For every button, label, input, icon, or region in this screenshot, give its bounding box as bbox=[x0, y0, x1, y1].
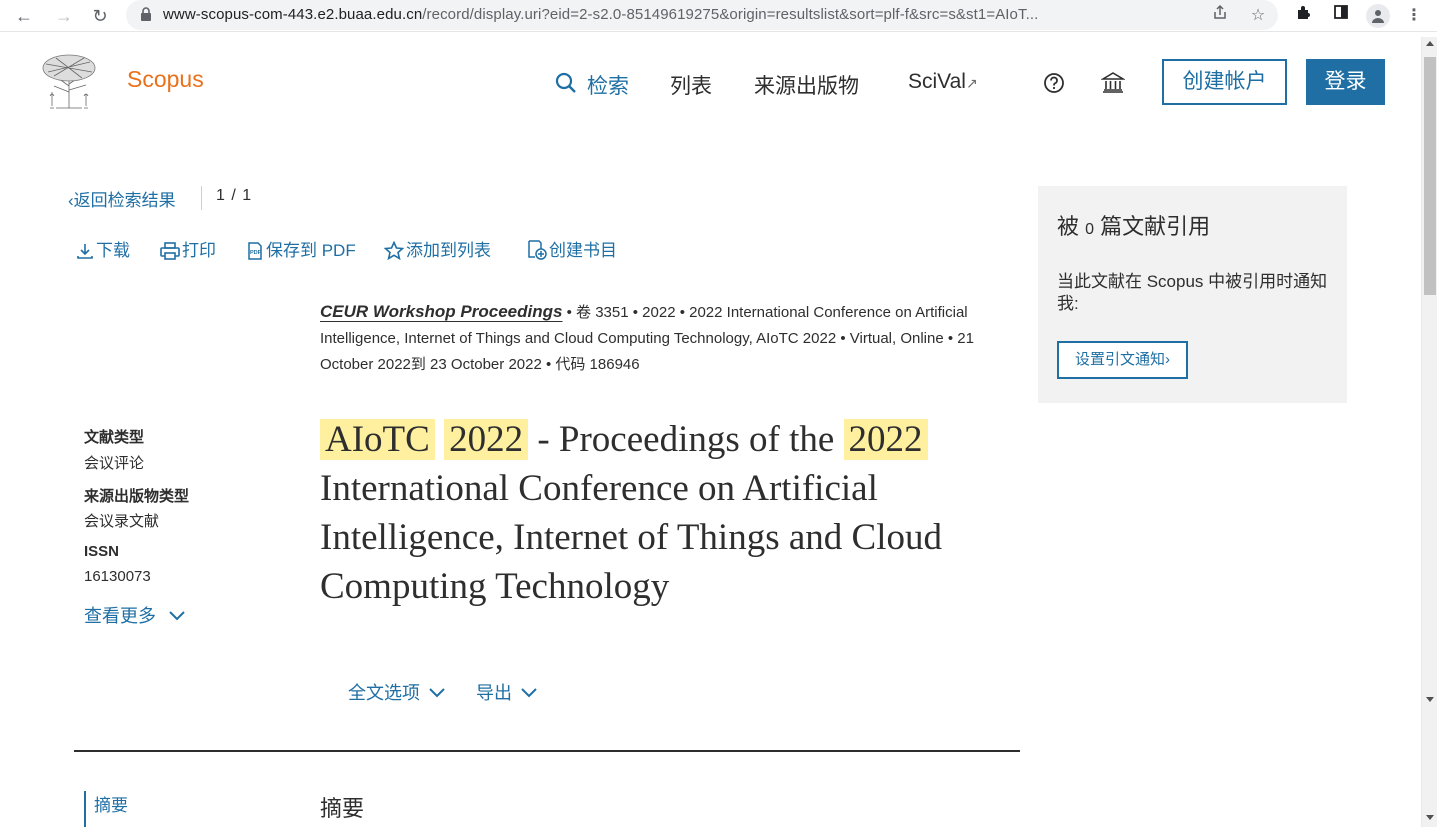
print-label: 打印 bbox=[182, 241, 216, 260]
nav-scival-label: SciVal bbox=[908, 70, 966, 93]
title-highlight: 2022 bbox=[444, 419, 529, 460]
see-more-label: 查看更多 bbox=[84, 606, 156, 626]
nav-search[interactable]: 检索 bbox=[587, 70, 629, 100]
create-bibliography-button[interactable]: 创建书目 bbox=[527, 236, 617, 261]
scroll-up-arrow-icon[interactable] bbox=[1426, 41, 1434, 46]
journal-link[interactable]: CEUR Workshop Proceedings bbox=[320, 302, 562, 321]
title-text: International Conference on Artificial I… bbox=[320, 468, 942, 607]
cited-by-count: 0 bbox=[1085, 221, 1095, 238]
url-text[interactable]: www-scopus-com-443.e2.buaa.edu.cn/record… bbox=[163, 6, 1038, 23]
abstract-heading: 摘要 bbox=[320, 796, 365, 821]
create-account-button[interactable]: 创建帐户 bbox=[1162, 59, 1287, 105]
citation-alert-description: 当此文献在 Scopus 中被引用时通知我: bbox=[1057, 272, 1328, 313]
bookmark-star-icon[interactable]: ☆ bbox=[1246, 4, 1270, 28]
create-bibliography-label: 创建书目 bbox=[549, 241, 617, 260]
menu-kebab-icon[interactable]: ⋮ bbox=[1402, 4, 1426, 28]
print-button[interactable]: 打印 bbox=[160, 236, 216, 261]
side-nav-abstract[interactable]: 摘要 bbox=[84, 791, 128, 827]
elsevier-tree-logo-icon[interactable] bbox=[36, 52, 102, 110]
section-divider bbox=[74, 750, 1020, 752]
sidepanel-icon[interactable] bbox=[1329, 4, 1353, 28]
doc-type-value: 会议评论 bbox=[84, 455, 145, 472]
institution-icon[interactable] bbox=[1101, 71, 1125, 95]
star-icon bbox=[383, 240, 405, 261]
share-icon[interactable] bbox=[1208, 4, 1232, 28]
cited-by-prefix: 被 bbox=[1057, 214, 1080, 239]
nav-scival[interactable]: SciVal↗ bbox=[908, 70, 978, 94]
svg-text:PDF: PDF bbox=[250, 250, 262, 256]
divider bbox=[201, 186, 202, 210]
result-pager: 1 / 1 bbox=[216, 187, 253, 204]
export-dropdown[interactable]: 导出 bbox=[476, 679, 537, 705]
title-highlight: AIoTC bbox=[320, 419, 435, 460]
chevron-down-icon bbox=[429, 688, 445, 698]
add-to-list-label: 添加到列表 bbox=[406, 241, 491, 260]
doc-type-label: 文献类型 bbox=[84, 429, 145, 446]
back-to-results-link[interactable]: ‹返回检索结果 bbox=[68, 186, 176, 211]
source-type-label: 来源出版物类型 bbox=[84, 488, 190, 505]
fulltext-options-label: 全文选项 bbox=[348, 683, 420, 703]
nav-lists[interactable]: 列表 bbox=[670, 70, 712, 100]
download-button[interactable]: 下载 bbox=[76, 236, 130, 261]
scroll-down-arrow-icon[interactable] bbox=[1426, 697, 1434, 702]
download-icon bbox=[77, 244, 93, 259]
pdf-icon: PDF bbox=[248, 242, 262, 260]
fulltext-options-dropdown[interactable]: 全文选项 bbox=[348, 679, 445, 705]
extensions-icon[interactable] bbox=[1292, 4, 1316, 28]
help-icon[interactable] bbox=[1043, 72, 1065, 94]
save-pdf-label: 保存到 PDF bbox=[266, 241, 356, 260]
bibliography-icon bbox=[528, 240, 547, 260]
page-scrollbar[interactable] bbox=[1421, 37, 1437, 827]
issn-value: 16130073 bbox=[84, 568, 151, 585]
export-label: 导出 bbox=[476, 683, 512, 703]
source-type-value: 会议录文献 bbox=[84, 513, 160, 530]
citations-panel: 被 0 篇文献引用 当此文献在 Scopus 中被引用时通知我: 设置引文通知› bbox=[1038, 186, 1347, 403]
scroll-thumb[interactable] bbox=[1424, 57, 1436, 295]
document-title: AIoTC 2022 - Proceedings of the 2022 Int… bbox=[320, 415, 1020, 611]
reload-icon[interactable]: ↻ bbox=[88, 4, 112, 28]
back-to-results-label: 返回检索结果 bbox=[73, 191, 176, 210]
save-pdf-button[interactable]: PDF 保存到 PDF bbox=[246, 236, 356, 261]
title-text: - Proceedings of the bbox=[528, 419, 844, 460]
chevron-down-icon bbox=[521, 688, 537, 698]
title-highlight: 2022 bbox=[843, 419, 928, 460]
set-citation-alert-label: 设置引文通知 bbox=[1074, 351, 1165, 368]
see-more-button[interactable]: 查看更多 bbox=[84, 602, 185, 628]
profile-avatar-icon[interactable] bbox=[1366, 4, 1390, 28]
cited-by-suffix: 篇文献引用 bbox=[1100, 214, 1211, 239]
print-icon bbox=[160, 242, 180, 260]
scroll-down-arrow-icon[interactable] bbox=[1426, 815, 1434, 820]
back-arrow-icon[interactable]: ← bbox=[12, 4, 36, 28]
issn-label: ISSN bbox=[84, 543, 120, 560]
lock-icon[interactable] bbox=[140, 7, 152, 21]
login-button[interactable]: 登录 bbox=[1306, 59, 1385, 105]
chevron-right-icon: › bbox=[1165, 351, 1170, 368]
add-to-list-button[interactable]: 添加到列表 bbox=[383, 236, 491, 261]
set-citation-alert-button[interactable]: 设置引文通知› bbox=[1057, 341, 1188, 379]
nav-sources[interactable]: 来源出版物 bbox=[754, 70, 859, 100]
download-label: 下载 bbox=[96, 241, 130, 260]
source-details: CEUR Workshop Proceedings • 卷 3351 • 202… bbox=[320, 299, 1020, 378]
external-link-icon: ↗ bbox=[965, 75, 978, 91]
search-icon[interactable] bbox=[555, 72, 577, 94]
forward-arrow-icon[interactable]: → bbox=[52, 4, 76, 28]
scopus-brand[interactable]: Scopus bbox=[127, 66, 204, 93]
chevron-down-icon bbox=[169, 611, 185, 621]
browser-toolbar: ← → ↻ www-scopus-com-443.e2.buaa.edu.cn/… bbox=[0, 0, 1437, 32]
cited-by-title: 被 0 篇文献引用 bbox=[1057, 209, 1210, 241]
